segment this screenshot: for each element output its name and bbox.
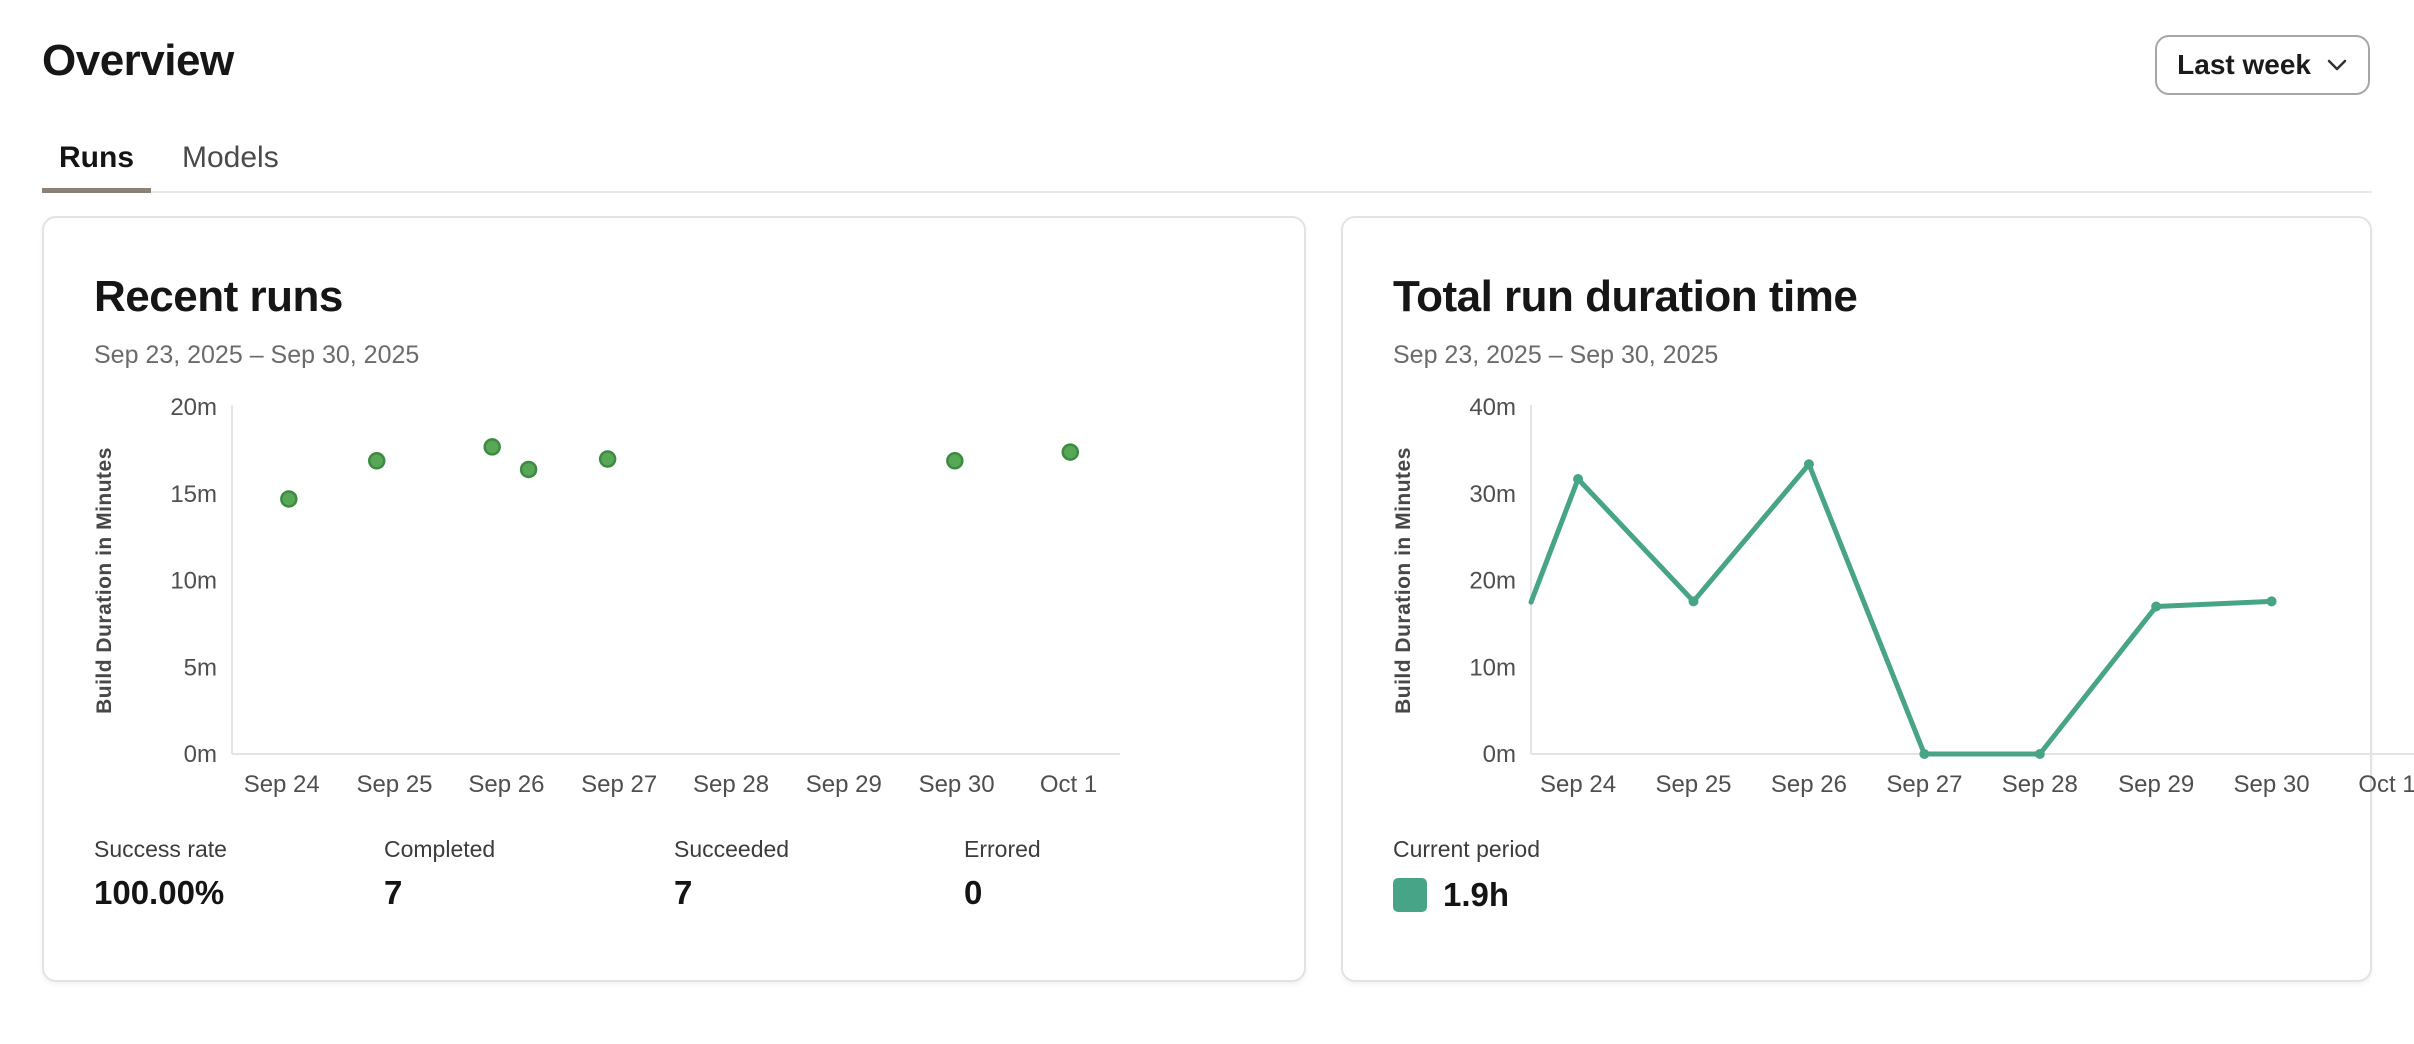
x-tick-label: Sep 27 (581, 771, 657, 798)
stat-value: 100.00% (94, 874, 384, 912)
x-tick-label: Oct 1 (1040, 771, 1097, 798)
period-selector-label: Last week (2177, 49, 2311, 81)
x-tick-label: Sep 26 (1771, 771, 1847, 798)
x-tick-label: Oct 1 (2358, 771, 2414, 798)
stat-success-rate: Success rate 100.00% (94, 836, 384, 912)
total-duration-line-chart: 0m 10m 20m 30m 40m Sep 24 Sep 25 Sep 26 Sep 27 Se… (1393, 397, 2414, 802)
x-tick-label: Sep 30 (2234, 771, 2310, 798)
y-tick-label: 10m (1469, 655, 1516, 682)
x-tick-label: Sep 29 (806, 771, 882, 798)
stat-label: Completed (384, 836, 674, 864)
overview-page: Overview Last week Runs Models Recent ru… (0, 0, 2414, 1044)
current-period-swatch (1393, 878, 1427, 912)
x-tick-label: Sep 30 (919, 771, 995, 798)
duration-data-point[interactable] (2267, 597, 2277, 607)
recent-runs-scatter-chart: 0m 5m 10m 15m 20m Sep 24 Sep 25 Sep 26 Sep 27 Sep… (94, 397, 1142, 802)
run-data-point[interactable] (281, 492, 296, 507)
y-tick-label: 0m (184, 741, 217, 768)
x-tick-label: Sep 26 (468, 771, 544, 798)
x-tick-label: Sep 24 (244, 771, 320, 798)
y-tick-label: 15m (170, 481, 217, 508)
run-data-point[interactable] (1063, 445, 1078, 460)
stat-errored: Errored 0 (964, 836, 1254, 912)
legend-value: 1.9h (1443, 876, 1509, 914)
recent-runs-chart-area: 0m 5m 10m 15m 20m Sep 24 Sep 25 Sep 26 Sep 27 Sep… (94, 397, 1254, 802)
duration-data-point[interactable] (1804, 460, 1814, 470)
y-axis-title: Build Duration in Minutes (1393, 447, 1415, 714)
y-tick-label: 0m (1483, 741, 1516, 768)
run-data-point[interactable] (947, 454, 962, 469)
duration-line (1531, 465, 2272, 755)
recent-runs-card: Recent runs Sep 23, 2025 – Sep 30, 2025 … (42, 216, 1306, 982)
page-title: Overview (42, 36, 234, 86)
x-tick-label: Sep 28 (2002, 771, 2078, 798)
cards-row: Recent runs Sep 23, 2025 – Sep 30, 2025 … (42, 216, 2372, 982)
stat-completed: Completed 7 (384, 836, 674, 912)
duration-data-point[interactable] (1689, 597, 1699, 607)
x-tick-label: Sep 29 (2118, 771, 2194, 798)
y-tick-label: 30m (1469, 481, 1516, 508)
stat-value: 7 (384, 874, 674, 912)
y-tick-label: 20m (1469, 568, 1516, 595)
x-tick-label: Sep 27 (1886, 771, 1962, 798)
y-axis-title: Build Duration in Minutes (94, 447, 116, 714)
run-data-point[interactable] (485, 440, 500, 455)
tab-runs[interactable]: Runs (42, 141, 151, 193)
run-data-point[interactable] (600, 452, 615, 467)
y-tick-label: 40m (1469, 397, 1516, 421)
period-selector-dropdown[interactable]: Last week (2155, 35, 2370, 95)
tab-bar: Runs Models (42, 141, 2372, 193)
tab-models[interactable]: Models (165, 141, 296, 193)
stat-value: 7 (674, 874, 964, 912)
chart-legend: Current period 1.9h (1393, 836, 2320, 914)
duration-data-point[interactable] (2151, 602, 2161, 612)
y-tick-label: 10m (170, 568, 217, 595)
total-run-duration-card: Total run duration time Sep 23, 2025 – S… (1341, 216, 2372, 982)
total-duration-chart-area: 0m 10m 20m 30m 40m Sep 24 Sep 25 Sep 26 Sep 27 Se… (1393, 397, 2320, 802)
y-tick-label: 20m (170, 397, 217, 421)
stat-succeeded: Succeeded 7 (674, 836, 964, 912)
x-tick-label: Sep 25 (1655, 771, 1731, 798)
legend-label: Current period (1393, 836, 2320, 864)
x-tick-label: Sep 24 (1540, 771, 1616, 798)
duration-data-point[interactable] (1573, 474, 1583, 484)
chevron-down-icon (2326, 58, 2348, 72)
card-title: Total run duration time (1393, 272, 2320, 323)
run-data-point[interactable] (369, 454, 384, 469)
run-data-point[interactable] (521, 462, 536, 477)
card-date-range: Sep 23, 2025 – Sep 30, 2025 (1393, 339, 2320, 373)
stat-label: Succeeded (674, 836, 964, 864)
card-date-range: Sep 23, 2025 – Sep 30, 2025 (94, 339, 1254, 373)
duration-data-point[interactable] (1919, 749, 1929, 759)
card-title: Recent runs (94, 272, 1254, 323)
legend-row: 1.9h (1393, 876, 2320, 914)
x-tick-label: Sep 28 (693, 771, 769, 798)
x-tick-label: Sep 25 (356, 771, 432, 798)
stat-label: Success rate (94, 836, 384, 864)
duration-data-point[interactable] (2035, 749, 2045, 759)
y-tick-label: 5m (184, 655, 217, 682)
stat-value: 0 (964, 874, 1254, 912)
stat-label: Errored (964, 836, 1254, 864)
run-stats-row: Success rate 100.00% Completed 7 Succeed… (94, 836, 1254, 912)
